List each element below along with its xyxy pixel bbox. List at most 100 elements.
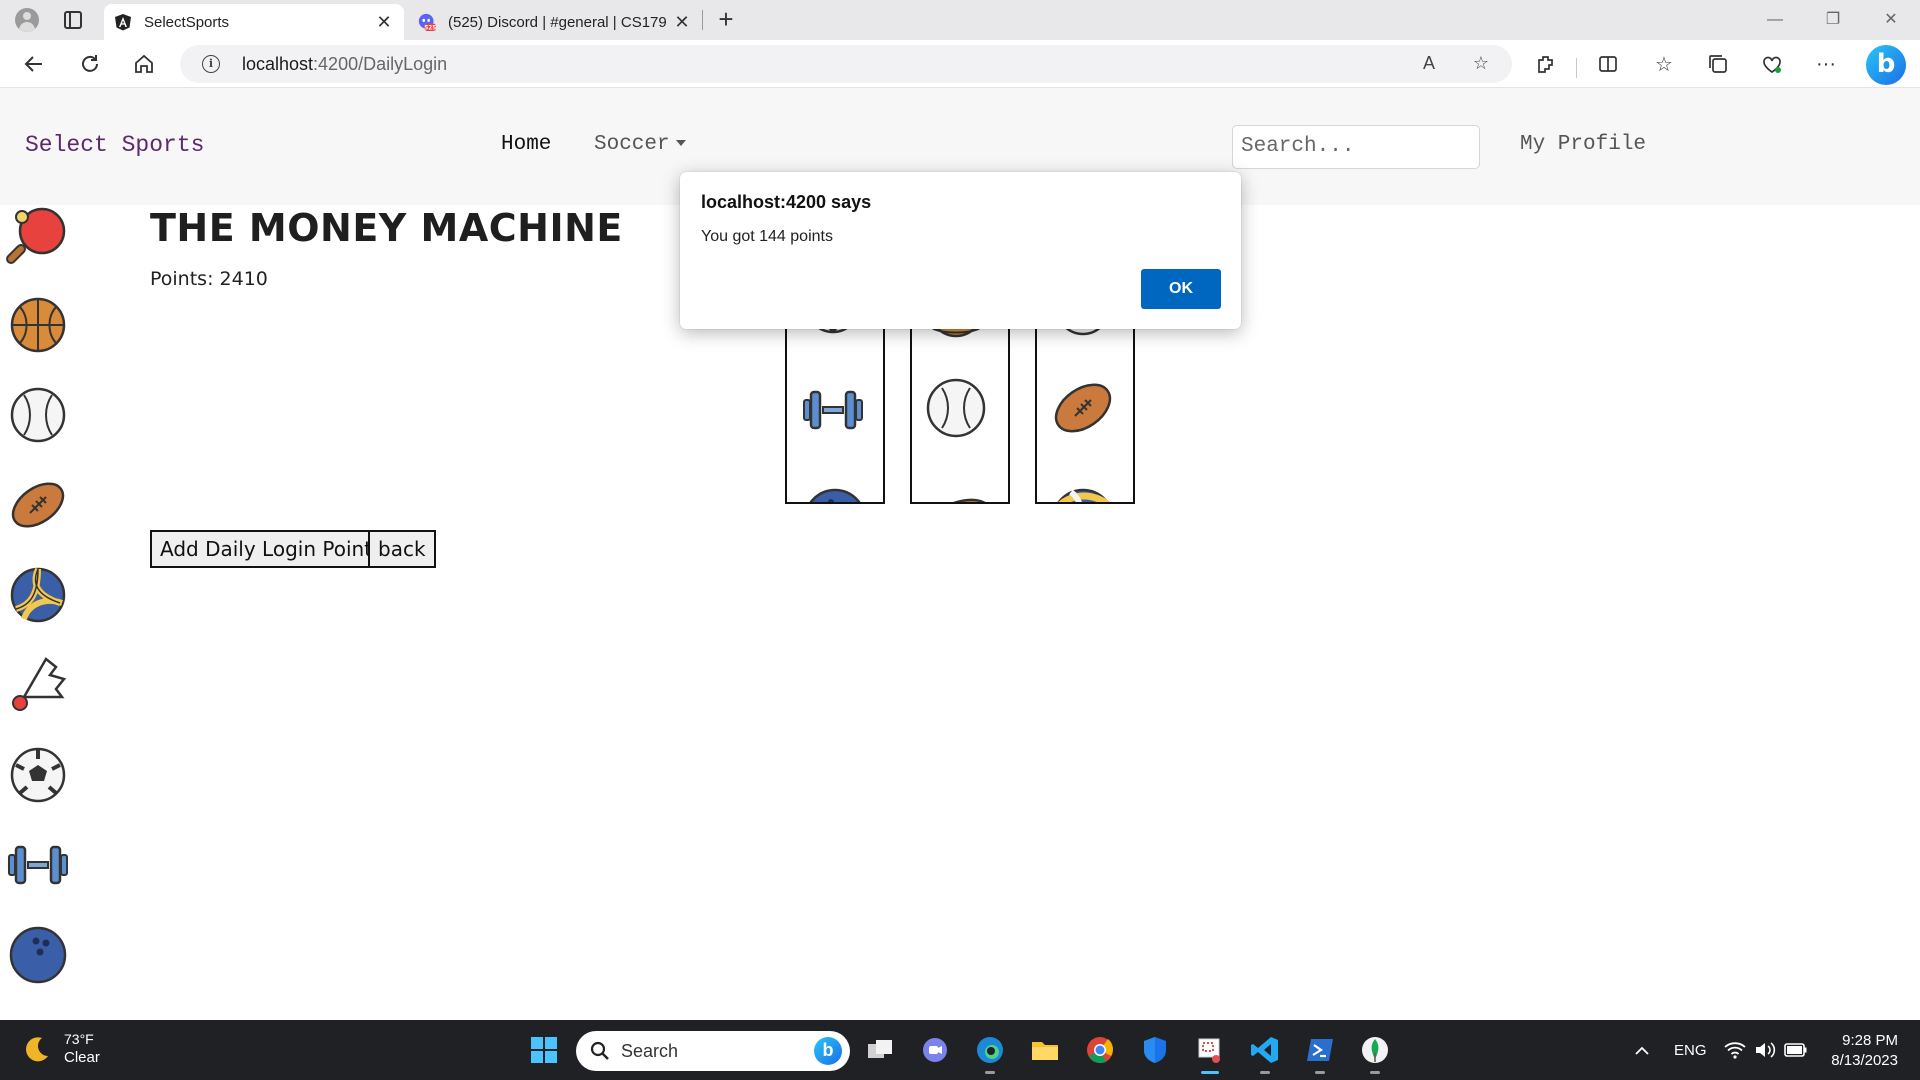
wifi-icon[interactable] bbox=[1724, 1020, 1746, 1080]
file-explorer-icon[interactable] bbox=[1027, 1032, 1063, 1068]
site-brand[interactable]: Select Sports bbox=[25, 132, 204, 158]
url-text[interactable]: localhost:4200/DailyLogin bbox=[242, 54, 447, 75]
restore-icon[interactable]: ❐ bbox=[1810, 6, 1856, 34]
weather-widget[interactable]: 73°F Clear bbox=[22, 1030, 100, 1068]
running-indicator bbox=[1370, 1071, 1380, 1074]
baseball-icon bbox=[926, 378, 986, 438]
nav-home[interactable]: Home bbox=[501, 133, 551, 156]
tab-discord[interactable]: 525 (525) Discord | #general | CS179 ✕ bbox=[408, 4, 702, 40]
browser-essentials-icon[interactable] bbox=[1758, 50, 1786, 78]
site-search-input[interactable]: Search... bbox=[1232, 125, 1480, 169]
system-clock[interactable]: 9:28 PM 8/13/2023 bbox=[1831, 1031, 1898, 1071]
badminton-shuttlecock-icon[interactable] bbox=[6, 653, 70, 717]
clock-time: 9:28 PM bbox=[1842, 1032, 1898, 1049]
alert-title: localhost:4200 says bbox=[701, 192, 872, 212]
minimize-icon[interactable]: — bbox=[1752, 6, 1798, 34]
chevron-down-icon bbox=[675, 140, 686, 147]
teams-chat-icon[interactable] bbox=[917, 1032, 953, 1068]
back-button[interactable]: back bbox=[368, 530, 436, 568]
favorite-star-icon[interactable]: ☆ bbox=[1470, 53, 1492, 75]
american-football-icon[interactable] bbox=[6, 473, 70, 537]
extensions-icon[interactable] bbox=[1532, 50, 1560, 78]
volume-icon[interactable] bbox=[1754, 1020, 1776, 1080]
vscode-icon[interactable] bbox=[1247, 1032, 1283, 1074]
collections-icon[interactable] bbox=[1704, 50, 1732, 78]
slot-reel-3 bbox=[1035, 318, 1135, 504]
baseball-icon[interactable] bbox=[6, 383, 70, 447]
running-indicator bbox=[1201, 1071, 1219, 1074]
nav-my-profile[interactable]: My Profile bbox=[1520, 133, 1646, 156]
web-page: Select Sports Home Soccer Search... My P… bbox=[0, 88, 1920, 1020]
discord-logo-icon: 525 bbox=[418, 13, 436, 31]
volleyball-icon bbox=[1057, 488, 1110, 502]
battery-icon[interactable] bbox=[1784, 1020, 1808, 1080]
taskbar-search[interactable]: Search b bbox=[576, 1031, 850, 1071]
nav-soccer-dropdown[interactable]: Soccer bbox=[594, 133, 686, 156]
language-indicator[interactable]: ENG bbox=[1674, 1020, 1707, 1080]
bing-copilot-icon[interactable]: b bbox=[1866, 45, 1906, 85]
tab-title: SelectSports bbox=[144, 13, 230, 31]
mongodb-compass-icon[interactable] bbox=[1357, 1032, 1393, 1074]
slot-reel-2 bbox=[910, 318, 1010, 504]
toolbar-divider bbox=[1576, 58, 1577, 78]
clock-date: 8/13/2023 bbox=[1831, 1052, 1898, 1069]
american-football-icon bbox=[928, 498, 992, 502]
site-info-icon[interactable]: i bbox=[202, 55, 220, 73]
american-football-icon bbox=[1054, 383, 1112, 433]
close-tab-icon[interactable]: ✕ bbox=[374, 12, 394, 32]
favorites-icon[interactable]: ☆ bbox=[1650, 50, 1678, 78]
windows-start-icon[interactable] bbox=[526, 1032, 562, 1068]
running-indicator bbox=[985, 1071, 995, 1074]
edge-browser-icon[interactable] bbox=[972, 1032, 1008, 1074]
task-view-icon[interactable] bbox=[862, 1032, 898, 1068]
windows-security-icon[interactable] bbox=[1137, 1032, 1173, 1068]
running-indicator bbox=[1315, 1071, 1325, 1074]
ping-pong-paddle-icon[interactable] bbox=[6, 205, 70, 269]
taskbar-search-label: Search bbox=[621, 1041, 679, 1061]
volleyball-icon[interactable] bbox=[6, 563, 70, 627]
read-aloud-icon[interactable]: A bbox=[1418, 53, 1440, 75]
close-tab-icon[interactable]: ✕ bbox=[672, 12, 692, 32]
points-display: Points: 2410 bbox=[150, 268, 268, 290]
close-window-icon[interactable]: ✕ bbox=[1868, 6, 1914, 34]
running-indicator bbox=[1260, 1071, 1270, 1074]
bowling-ball-icon bbox=[809, 488, 861, 502]
powershell-icon[interactable] bbox=[1302, 1032, 1338, 1074]
weather-temperature: 73°F bbox=[64, 1031, 94, 1047]
search-icon bbox=[590, 1041, 609, 1060]
chrome-icon[interactable] bbox=[1082, 1032, 1118, 1068]
slot-reel-1 bbox=[785, 318, 885, 504]
split-screen-icon[interactable] bbox=[1594, 50, 1622, 78]
dumbbell-icon bbox=[803, 390, 863, 430]
refresh-icon[interactable] bbox=[76, 50, 104, 78]
new-tab-icon[interactable]: + bbox=[712, 6, 740, 34]
discord-badge: 525 bbox=[424, 25, 436, 31]
soccer-ball-icon[interactable] bbox=[6, 743, 70, 807]
address-bar[interactable]: i localhost:4200/DailyLogin A ☆ bbox=[180, 45, 1512, 83]
browser-tab-strip: SelectSports ✕ 525 (525) Discord | #gene… bbox=[0, 0, 1920, 40]
tab-actions-icon[interactable] bbox=[62, 9, 84, 31]
back-arrow-icon[interactable] bbox=[20, 50, 48, 78]
bowling-ball-icon[interactable] bbox=[6, 923, 70, 987]
tab-title: (525) Discord | #general | CS179 bbox=[448, 13, 667, 31]
profile-avatar-icon[interactable] bbox=[12, 6, 42, 34]
page-title: THE MONEY MACHINE bbox=[150, 206, 623, 250]
snipping-tool-icon[interactable] bbox=[1192, 1032, 1228, 1074]
moon-icon bbox=[26, 1037, 48, 1062]
alert-ok-button[interactable]: OK bbox=[1141, 269, 1221, 309]
show-hidden-icons-chevron-icon[interactable] bbox=[1634, 1020, 1650, 1080]
add-daily-login-points-button[interactable]: Add Daily Login Points bbox=[150, 530, 393, 568]
basketball-icon[interactable] bbox=[6, 293, 70, 357]
tab-selectsports[interactable]: SelectSports ✕ bbox=[104, 4, 404, 40]
alert-message: You got 144 points bbox=[701, 228, 833, 245]
home-icon[interactable] bbox=[130, 50, 158, 78]
browser-toolbar: i localhost:4200/DailyLogin A ☆ ☆ ··· b bbox=[0, 40, 1920, 88]
more-options-icon[interactable]: ··· bbox=[1812, 50, 1840, 78]
tab-divider bbox=[702, 10, 703, 30]
weather-condition: Clear bbox=[64, 1049, 100, 1066]
bing-icon: b bbox=[814, 1037, 842, 1065]
dumbbell-icon[interactable] bbox=[6, 833, 70, 897]
angular-logo-icon bbox=[114, 13, 132, 31]
alert-dialog: localhost:4200 says You got 144 points O… bbox=[680, 172, 1241, 329]
windows-taskbar: 73°F Clear Search b ENG 9:28 PM 8/13/202… bbox=[0, 1020, 1920, 1080]
